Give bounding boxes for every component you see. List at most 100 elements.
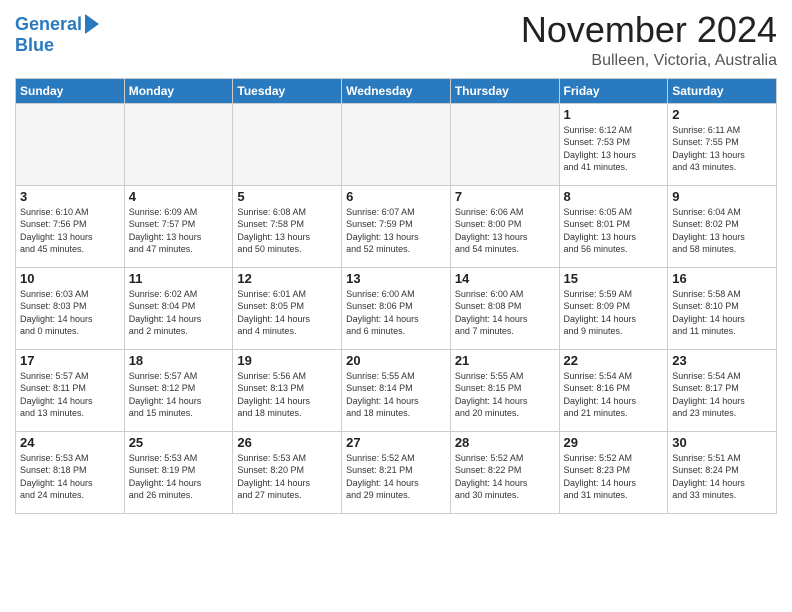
- logo-text-line2: Blue: [15, 36, 54, 56]
- header-friday: Friday: [559, 78, 668, 103]
- cell-4-4: 28Sunrise: 5:52 AM Sunset: 8:22 PM Dayli…: [450, 431, 559, 513]
- day-num-1-5: 8: [564, 189, 664, 204]
- day-info-2-2: Sunrise: 6:01 AM Sunset: 8:05 PM Dayligh…: [237, 288, 337, 338]
- day-info-4-2: Sunrise: 5:53 AM Sunset: 8:20 PM Dayligh…: [237, 452, 337, 502]
- day-num-4-4: 28: [455, 435, 555, 450]
- day-info-1-1: Sunrise: 6:09 AM Sunset: 7:57 PM Dayligh…: [129, 206, 229, 256]
- day-info-3-4: Sunrise: 5:55 AM Sunset: 8:15 PM Dayligh…: [455, 370, 555, 420]
- day-num-4-2: 26: [237, 435, 337, 450]
- cell-3-3: 20 Sunrise: 5:55 AM Sunset: 8:14 PM Dayli…: [342, 349, 451, 431]
- day-info-1-5: Sunrise: 6:05 AM Sunset: 8:01 PM Dayligh…: [564, 206, 664, 256]
- logo-text-line1: General: [15, 15, 82, 35]
- day-num-3-0: 17: [20, 353, 120, 368]
- day-num-3-6: 23: [672, 353, 772, 368]
- day-num-4-6: 30: [672, 435, 772, 450]
- week-row-0: 1Sunrise: 6:12 AM Sunset: 7:53 PM Daylig…: [16, 103, 777, 185]
- day-num-3-3: 20: [346, 353, 446, 368]
- cell-0-4: [450, 103, 559, 185]
- week-row-4: 24Sunrise: 5:53 AM Sunset: 8:18 PM Dayli…: [16, 431, 777, 513]
- cell-0-3: [342, 103, 451, 185]
- header-tuesday: Tuesday: [233, 78, 342, 103]
- title-section: November 2024 Bulleen, Victoria, Austral…: [521, 10, 777, 70]
- day-info-3-1: Sunrise: 5:57 AM Sunset: 8:12 PM Dayligh…: [129, 370, 229, 420]
- cell-3-6: 23Sunrise: 5:54 AM Sunset: 8:17 PM Dayli…: [668, 349, 777, 431]
- day-info-3-2: Sunrise: 5:56 AM Sunset: 8:13 PM Dayligh…: [237, 370, 337, 420]
- cell-1-4: 7Sunrise: 6:06 AM Sunset: 8:00 PM Daylig…: [450, 185, 559, 267]
- cell-1-6: 9 Sunrise: 6:04 AM Sunset: 8:02 PM Daylig…: [668, 185, 777, 267]
- day-num-2-3: 13: [346, 271, 446, 286]
- cell-1-1: 4 Sunrise: 6:09 AM Sunset: 7:57 PM Daylig…: [124, 185, 233, 267]
- day-info-1-6: Sunrise: 6:04 AM Sunset: 8:02 PM Dayligh…: [672, 206, 772, 256]
- day-info-1-3: Sunrise: 6:07 AM Sunset: 7:59 PM Dayligh…: [346, 206, 446, 256]
- day-info-2-3: Sunrise: 6:00 AM Sunset: 8:06 PM Dayligh…: [346, 288, 446, 338]
- day-info-2-1: Sunrise: 6:02 AM Sunset: 8:04 PM Dayligh…: [129, 288, 229, 338]
- day-info-0-5: Sunrise: 6:12 AM Sunset: 7:53 PM Dayligh…: [564, 124, 664, 174]
- cell-4-2: 26 Sunrise: 5:53 AM Sunset: 8:20 PM Dayli…: [233, 431, 342, 513]
- day-num-3-4: 21: [455, 353, 555, 368]
- cell-2-5: 15Sunrise: 5:59 AM Sunset: 8:09 PM Dayli…: [559, 267, 668, 349]
- cell-1-3: 6 Sunrise: 6:07 AM Sunset: 7:59 PM Daylig…: [342, 185, 451, 267]
- day-num-2-4: 14: [455, 271, 555, 286]
- day-info-4-5: Sunrise: 5:52 AM Sunset: 8:23 PM Dayligh…: [564, 452, 664, 502]
- day-num-1-0: 3: [20, 189, 120, 204]
- day-info-2-6: Sunrise: 5:58 AM Sunset: 8:10 PM Dayligh…: [672, 288, 772, 338]
- cell-0-6: 2 Sunrise: 6:11 AM Sunset: 7:55 PM Daylig…: [668, 103, 777, 185]
- day-info-4-1: Sunrise: 5:53 AM Sunset: 8:19 PM Dayligh…: [129, 452, 229, 502]
- cell-3-2: 19 Sunrise: 5:56 AM Sunset: 8:13 PM Dayli…: [233, 349, 342, 431]
- location: Bulleen, Victoria, Australia: [521, 52, 777, 70]
- cell-4-3: 27 Sunrise: 5:52 AM Sunset: 8:21 PM Dayli…: [342, 431, 451, 513]
- cell-2-6: 16Sunrise: 5:58 AM Sunset: 8:10 PM Dayli…: [668, 267, 777, 349]
- day-info-3-3: Sunrise: 5:55 AM Sunset: 8:14 PM Dayligh…: [346, 370, 446, 420]
- day-info-1-4: Sunrise: 6:06 AM Sunset: 8:00 PM Dayligh…: [455, 206, 555, 256]
- cell-0-5: 1Sunrise: 6:12 AM Sunset: 7:53 PM Daylig…: [559, 103, 668, 185]
- day-num-1-3: 6: [346, 189, 446, 204]
- day-info-3-0: Sunrise: 5:57 AM Sunset: 8:11 PM Dayligh…: [20, 370, 120, 420]
- weekday-header-row: Sunday Monday Tuesday Wednesday Thursday…: [16, 78, 777, 103]
- week-row-2: 10Sunrise: 6:03 AM Sunset: 8:03 PM Dayli…: [16, 267, 777, 349]
- day-info-3-5: Sunrise: 5:54 AM Sunset: 8:16 PM Dayligh…: [564, 370, 664, 420]
- header-sunday: Sunday: [16, 78, 125, 103]
- header-saturday: Saturday: [668, 78, 777, 103]
- day-num-2-1: 11: [129, 271, 229, 286]
- day-info-4-3: Sunrise: 5:52 AM Sunset: 8:21 PM Dayligh…: [346, 452, 446, 502]
- day-num-3-1: 18: [129, 353, 229, 368]
- header-thursday: Thursday: [450, 78, 559, 103]
- day-num-3-2: 19: [237, 353, 337, 368]
- day-info-2-0: Sunrise: 6:03 AM Sunset: 8:03 PM Dayligh…: [20, 288, 120, 338]
- week-row-3: 17 Sunrise: 5:57 AM Sunset: 8:11 PM Dayli…: [16, 349, 777, 431]
- day-info-1-0: Sunrise: 6:10 AM Sunset: 7:56 PM Dayligh…: [20, 206, 120, 256]
- day-num-0-6: 2: [672, 107, 772, 122]
- day-num-3-5: 22: [564, 353, 664, 368]
- day-num-4-0: 24: [20, 435, 120, 450]
- day-info-1-2: Sunrise: 6:08 AM Sunset: 7:58 PM Dayligh…: [237, 206, 337, 256]
- cell-3-4: 21 Sunrise: 5:55 AM Sunset: 8:15 PM Dayli…: [450, 349, 559, 431]
- cell-1-2: 5 Sunrise: 6:08 AM Sunset: 7:58 PM Daylig…: [233, 185, 342, 267]
- cell-1-0: 3 Sunrise: 6:10 AM Sunset: 7:56 PM Daylig…: [16, 185, 125, 267]
- day-num-4-3: 27: [346, 435, 446, 450]
- cell-4-1: 25 Sunrise: 5:53 AM Sunset: 8:19 PM Dayli…: [124, 431, 233, 513]
- week-row-1: 3 Sunrise: 6:10 AM Sunset: 7:56 PM Daylig…: [16, 185, 777, 267]
- cell-4-5: 29 Sunrise: 5:52 AM Sunset: 8:23 PM Dayli…: [559, 431, 668, 513]
- month-title: November 2024: [521, 10, 777, 50]
- day-num-1-6: 9: [672, 189, 772, 204]
- cell-2-0: 10Sunrise: 6:03 AM Sunset: 8:03 PM Dayli…: [16, 267, 125, 349]
- cell-2-4: 14 Sunrise: 6:00 AM Sunset: 8:08 PM Dayli…: [450, 267, 559, 349]
- cell-3-1: 18 Sunrise: 5:57 AM Sunset: 8:12 PM Dayli…: [124, 349, 233, 431]
- day-num-1-2: 5: [237, 189, 337, 204]
- cell-2-1: 11 Sunrise: 6:02 AM Sunset: 8:04 PM Dayli…: [124, 267, 233, 349]
- cell-0-2: [233, 103, 342, 185]
- day-num-1-1: 4: [129, 189, 229, 204]
- logo-arrow-icon: [85, 14, 99, 34]
- day-info-2-5: Sunrise: 5:59 AM Sunset: 8:09 PM Dayligh…: [564, 288, 664, 338]
- header: General Blue November 2024 Bulleen, Vict…: [15, 10, 777, 70]
- cell-3-0: 17 Sunrise: 5:57 AM Sunset: 8:11 PM Dayli…: [16, 349, 125, 431]
- cell-0-0: [16, 103, 125, 185]
- header-wednesday: Wednesday: [342, 78, 451, 103]
- day-info-2-4: Sunrise: 6:00 AM Sunset: 8:08 PM Dayligh…: [455, 288, 555, 338]
- day-num-4-1: 25: [129, 435, 229, 450]
- page: General Blue November 2024 Bulleen, Vict…: [0, 0, 792, 612]
- cell-3-5: 22 Sunrise: 5:54 AM Sunset: 8:16 PM Dayli…: [559, 349, 668, 431]
- day-num-4-5: 29: [564, 435, 664, 450]
- logo: General Blue: [15, 10, 99, 56]
- day-info-0-6: Sunrise: 6:11 AM Sunset: 7:55 PM Dayligh…: [672, 124, 772, 174]
